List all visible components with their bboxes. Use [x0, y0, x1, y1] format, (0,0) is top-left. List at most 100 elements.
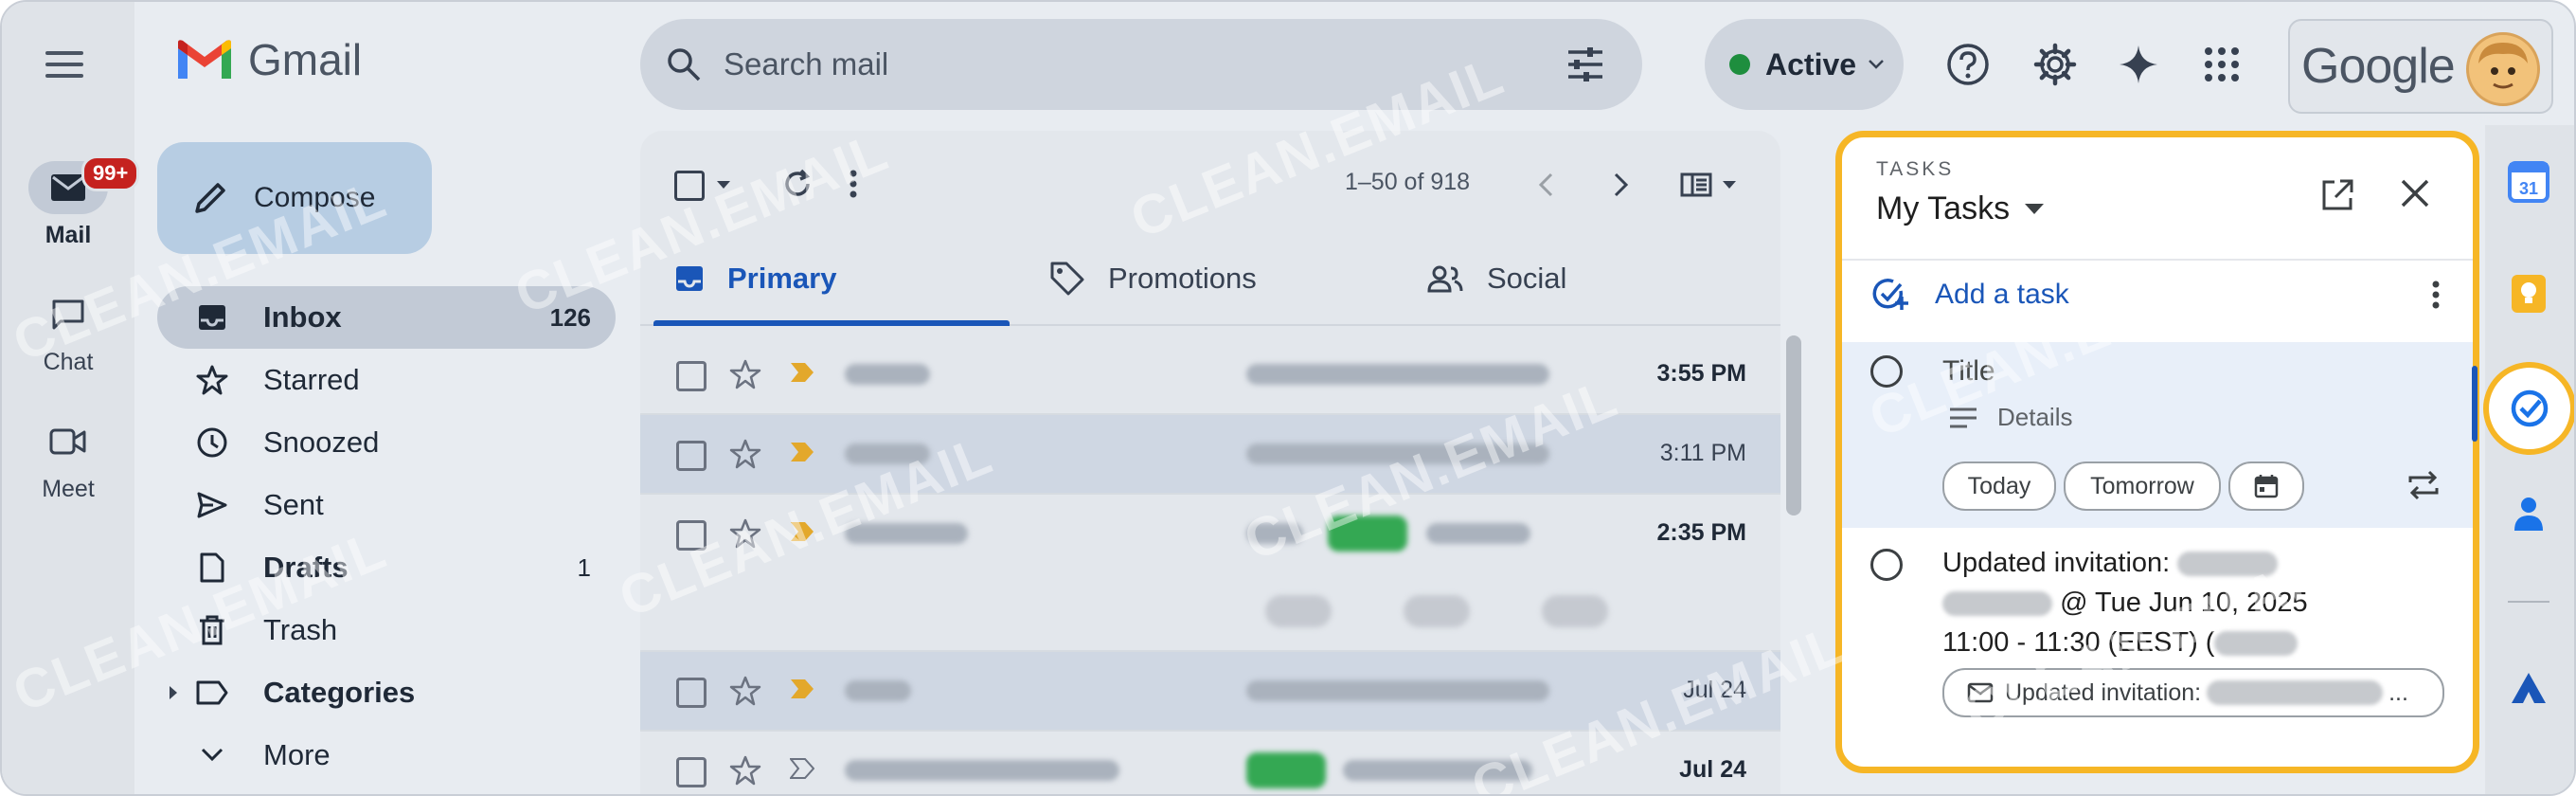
- nav-item-drafts[interactable]: Drafts 1: [157, 536, 616, 599]
- table-row[interactable]: 2:35 PM: [640, 495, 1780, 652]
- attachment-chip[interactable]: [1542, 595, 1608, 627]
- tab-promotions[interactable]: Promotions: [1049, 233, 1257, 324]
- rail-item-mail[interactable]: 99+ Mail: [2, 155, 140, 249]
- status-dot: [1729, 54, 1750, 75]
- nav-label: Starred: [263, 363, 360, 396]
- star-icon[interactable]: [729, 438, 761, 470]
- header-divider: [1842, 259, 2473, 261]
- open-in-new-icon[interactable]: [2319, 177, 2355, 213]
- chevron-down-icon: [1869, 60, 1884, 69]
- search-input[interactable]: [722, 45, 1502, 83]
- addon-app-button[interactable]: [2502, 661, 2555, 715]
- date-chip-tomorrow[interactable]: Tomorrow: [2064, 461, 2221, 511]
- caret-down-icon[interactable]: [1722, 180, 1737, 190]
- table-row[interactable]: 3:55 PM: [640, 335, 1780, 415]
- chevron-right-icon[interactable]: [1614, 172, 1629, 197]
- apps-button[interactable]: [2195, 38, 2248, 91]
- subject-redacted: [1246, 523, 1303, 544]
- task-complete-toggle[interactable]: [1870, 355, 1903, 388]
- rail-label-chat: Chat: [43, 349, 94, 375]
- linked-email-ellipsis: ...: [2388, 678, 2408, 706]
- message-list-panel: 1–50 of 918 Primary Promotions Social 3:…: [640, 131, 1780, 794]
- table-row[interactable]: 3:11 PM: [640, 415, 1780, 495]
- split-pane-icon[interactable]: [1680, 172, 1712, 197]
- search-bar[interactable]: [640, 19, 1642, 110]
- nav-item-starred[interactable]: Starred: [157, 349, 616, 411]
- select-all-checkbox[interactable]: [674, 171, 705, 201]
- search-icon[interactable]: [665, 45, 703, 83]
- table-row[interactable]: Jul 24: [640, 732, 1780, 794]
- table-row[interactable]: Jul 24: [640, 652, 1780, 732]
- unread-badge: 99+: [81, 155, 140, 191]
- avatar[interactable]: [2466, 32, 2540, 106]
- more-vert-icon[interactable]: [849, 169, 858, 199]
- tasks-check-icon: [2511, 389, 2549, 427]
- settings-button[interactable]: [2029, 38, 2082, 91]
- date-picker-button[interactable]: [2228, 461, 2304, 511]
- nav-label: More: [263, 738, 331, 771]
- row-checkbox[interactable]: [676, 361, 707, 391]
- help-button[interactable]: [1941, 38, 1995, 91]
- task-details-input[interactable]: Details: [1948, 403, 2072, 432]
- rail-item-meet[interactable]: Meet: [2, 415, 134, 503]
- importance-marker-icon[interactable]: [790, 758, 814, 779]
- close-icon[interactable]: [2399, 177, 2431, 209]
- sender-redacted: [845, 523, 968, 544]
- nav-item-trash[interactable]: Trash: [157, 599, 616, 661]
- tab-primary[interactable]: Primary: [674, 233, 836, 324]
- task-title: Updated invitation: @ Tue Jun 10, 2025 1…: [1942, 543, 2435, 662]
- importance-marker-icon[interactable]: [790, 362, 814, 383]
- row-checkbox[interactable]: [676, 757, 707, 787]
- row-checkbox[interactable]: [676, 678, 707, 708]
- star-icon[interactable]: [729, 358, 761, 390]
- repeat-icon[interactable]: [2406, 469, 2441, 501]
- tab-social[interactable]: Social: [1426, 233, 1566, 324]
- add-task-button[interactable]: Add a task: [1870, 276, 2069, 314]
- importance-marker-icon[interactable]: [790, 521, 814, 542]
- account-switcher[interactable]: Google: [2288, 19, 2553, 114]
- calendar-app-button[interactable]: 31: [2502, 155, 2555, 208]
- nav-item-categories[interactable]: Categories: [157, 661, 616, 724]
- gemini-button[interactable]: [2112, 38, 2165, 91]
- contacts-app-button[interactable]: [2502, 487, 2555, 540]
- app-name: Gmail: [248, 35, 363, 84]
- chevron-left-icon[interactable]: [1538, 172, 1553, 197]
- row-checkbox[interactable]: [676, 441, 707, 471]
- caret-down-icon[interactable]: [716, 180, 731, 190]
- refresh-icon[interactable]: [780, 167, 814, 201]
- search-options-icon[interactable]: [1565, 44, 1606, 85]
- more-vert-icon[interactable]: [2431, 280, 2441, 310]
- tasks-app-button[interactable]: [2483, 362, 2574, 455]
- linked-email-chip[interactable]: Updated invitation: ...: [1942, 668, 2444, 717]
- task-title-input[interactable]: Title: [1942, 355, 1995, 388]
- nav-item-sent[interactable]: Sent: [157, 474, 616, 536]
- panel-eyebrow: TASKS: [1876, 158, 1955, 180]
- new-task-editor: Title Details Today Tomorrow: [1842, 342, 2473, 528]
- nav-label: Inbox: [263, 300, 342, 334]
- importance-marker-icon[interactable]: [790, 442, 814, 462]
- date-chip-today[interactable]: Today: [1942, 461, 2056, 511]
- nav-item-snoozed[interactable]: Snoozed: [157, 411, 616, 474]
- star-icon[interactable]: [729, 754, 761, 787]
- keep-app-button[interactable]: [2502, 267, 2555, 320]
- active-tab-indicator: [653, 320, 1010, 326]
- star-icon[interactable]: [729, 675, 761, 707]
- task-complete-toggle[interactable]: [1870, 549, 1903, 581]
- compose-button[interactable]: Compose: [157, 142, 432, 254]
- message-rows: 3:55 PM 3:11 PM 2:35 PM Jul 24 Jul 24: [640, 335, 1780, 794]
- attachment-chip[interactable]: [1404, 595, 1470, 627]
- nav-item-more[interactable]: More: [157, 724, 616, 787]
- row-checkbox[interactable]: [676, 520, 707, 551]
- list-scrollbar[interactable]: [1786, 335, 1801, 516]
- nav-item-inbox[interactable]: Inbox 126: [157, 286, 616, 349]
- status-selector[interactable]: Active: [1705, 19, 1904, 110]
- rail-item-chat[interactable]: Chat: [2, 288, 134, 376]
- main-menu-button[interactable]: [40, 44, 89, 81]
- star-icon[interactable]: [729, 517, 761, 550]
- help-icon: [1947, 44, 1989, 85]
- task-list-selector[interactable]: My Tasks: [1876, 190, 2045, 227]
- gmail-logo[interactable]: Gmail: [174, 34, 362, 85]
- status-label: Active: [1765, 46, 1857, 81]
- attachment-chip[interactable]: [1265, 595, 1332, 627]
- importance-marker-icon[interactable]: [790, 678, 814, 699]
